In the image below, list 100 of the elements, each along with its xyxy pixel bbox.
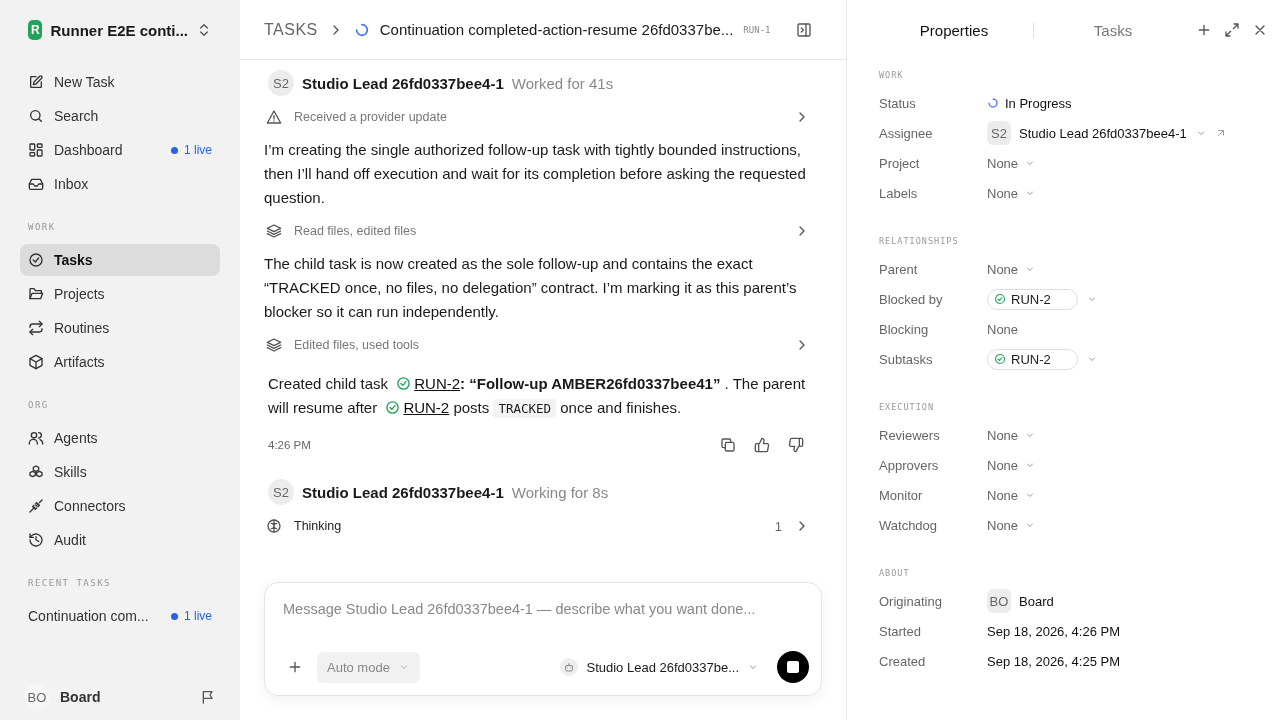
property-label: Monitor <box>879 487 924 503</box>
property-value[interactable]: Board <box>1019 593 1054 609</box>
nav-item[interactable]: Inbox <box>20 168 220 200</box>
layers-icon <box>266 337 282 353</box>
property-label: Approvers <box>879 457 940 473</box>
property-value: Sep 18, 2026, 4:26 PM <box>987 623 1120 639</box>
panel-toggle-icon <box>796 21 812 38</box>
task-link[interactable]: RUN-2 <box>403 399 450 416</box>
live-badge: 1 live <box>171 143 212 157</box>
user-name[interactable]: Board <box>60 689 101 705</box>
status-value[interactable]: In Progress <box>987 95 1072 111</box>
panel-tab[interactable]: Properties <box>879 21 1029 39</box>
plus-icon <box>1196 22 1212 38</box>
cubes-icon <box>28 464 44 480</box>
pencil-icon <box>28 74 44 90</box>
nav-item[interactable]: Projects <box>20 278 220 310</box>
property-label: Status <box>879 95 917 111</box>
message-text: I’m creating the single authorized follow-up task with tightly bounded instructions, then I’ll hand off execution and wait for its completion before asking the requested question. <box>264 140 807 208</box>
section-title: EXECUTION <box>879 402 936 412</box>
recent-task[interactable]: Continuation com... 1 live <box>20 600 220 632</box>
thumbs-down-icon <box>788 437 804 453</box>
nav-item[interactable]: Skills <box>20 456 220 488</box>
progress-icon <box>987 97 999 109</box>
avatar: BO <box>987 589 1011 613</box>
property-dropdown[interactable]: None <box>987 261 1037 277</box>
activity-row[interactable]: Edited files, used tools <box>264 330 812 360</box>
stop-button[interactable] <box>777 651 809 683</box>
repeat-icon <box>28 320 44 336</box>
property-label: Watchdog <box>879 517 939 533</box>
plug-icon <box>28 498 44 514</box>
task-id: RUN-1 <box>743 24 771 35</box>
activity-row[interactable]: Read files, edited files <box>264 216 812 246</box>
check-circle-icon <box>994 293 1006 305</box>
copy-icon <box>720 437 736 453</box>
message-text: The child task is now created as the sole follow-up and contains the exact “TRACKED once, no files, no delegation” contract. I’m marking it as this parent’s blocker so it can run independently. <box>264 254 798 322</box>
check-circle-icon <box>385 400 401 415</box>
property-label: Project <box>879 155 921 171</box>
property-label: Blocking <box>879 321 930 337</box>
property-label: Assignee <box>879 125 934 141</box>
property-dropdown[interactable]: None <box>987 487 1037 503</box>
property-dropdown[interactable]: None <box>987 427 1037 443</box>
live-badge: 1 live <box>171 609 212 623</box>
section-title: ORG <box>28 400 50 410</box>
nav-item[interactable]: Routines <box>20 312 220 344</box>
avatar: S2 <box>987 121 1011 145</box>
task-title: Continuation completed-action-resume 26fd0337be... <box>379 21 734 38</box>
nav-item[interactable]: Tasks <box>20 244 220 276</box>
property-label: Subtasks <box>879 351 934 367</box>
section-title: RECENT TASKS <box>28 578 113 588</box>
section-title: ABOUT <box>879 568 911 578</box>
expand-icon <box>1224 22 1240 38</box>
property-label: Blocked by <box>879 291 944 307</box>
progress-icon <box>353 21 370 38</box>
thumbs-up-icon <box>754 437 770 453</box>
property-label: Originating <box>879 593 943 609</box>
robot-icon <box>563 661 576 673</box>
breadcrumb-link[interactable]: TASKS <box>264 20 318 39</box>
section-title: WORK <box>28 222 57 232</box>
property-label: Parent <box>879 261 919 277</box>
property-dropdown[interactable]: None <box>987 517 1037 533</box>
property-value: None <box>987 321 1019 337</box>
message-composer[interactable]: Message Studio Lead 26fd0337bee4-1 — describe what you want done... Auto mode Studio Lead 26fd0337be... <box>264 582 822 696</box>
nav-item[interactable]: Audit <box>20 524 220 556</box>
warning-icon <box>266 109 282 125</box>
check-circle-icon <box>396 376 412 391</box>
nav-item[interactable]: New Task <box>20 66 220 98</box>
avatar: S2 <box>268 479 294 505</box>
agent-name: Studio Lead 26fd0337bee4-1 <box>302 483 504 501</box>
property-dropdown[interactable]: None <box>987 457 1037 473</box>
folder-icon <box>28 286 44 302</box>
property-label: Started <box>879 623 922 639</box>
users-icon <box>28 430 44 446</box>
flag-icon <box>200 689 216 705</box>
plus-icon <box>287 659 303 675</box>
search-icon <box>28 108 44 124</box>
property-label: Reviewers <box>879 427 941 443</box>
property-label: Labels <box>879 185 919 201</box>
nav-item[interactable]: Artifacts <box>20 346 220 378</box>
property-dropdown[interactable]: None <box>987 155 1037 171</box>
code-snippet: TRACKED <box>493 399 557 418</box>
task-link[interactable]: RUN-2 <box>414 375 461 392</box>
avatar: BO <box>24 684 50 710</box>
nav-item[interactable]: Search <box>20 100 220 132</box>
nav-item[interactable]: Dashboard 1 live <box>20 134 220 166</box>
panel-tab[interactable]: Tasks <box>1038 21 1188 39</box>
inbox-icon <box>28 176 44 192</box>
agent-name: Studio Lead 26fd0337bee4-1 <box>302 74 504 92</box>
agent-dropdown[interactable]: Studio Lead 26fd0337be... <box>560 658 759 676</box>
section-title: RELATIONSHIPS <box>879 236 960 246</box>
nav-item[interactable]: Agents <box>20 422 220 454</box>
layers-icon <box>266 223 282 239</box>
property-value[interactable]: Studio Lead 26fd0337bee4-1 <box>1019 125 1187 141</box>
thinking-row[interactable]: Thinking 1 <box>264 511 812 541</box>
activity-row[interactable]: Received a provider update <box>264 102 812 132</box>
property-dropdown[interactable]: None <box>987 185 1037 201</box>
avatar: S2 <box>268 70 294 96</box>
nav-item[interactable]: Connectors <box>20 490 220 522</box>
timestamp: 4:26 PM <box>268 439 311 451</box>
workspace-switcher[interactable]: R Runner E2E conti... <box>20 0 220 60</box>
grid-icon <box>28 142 44 158</box>
